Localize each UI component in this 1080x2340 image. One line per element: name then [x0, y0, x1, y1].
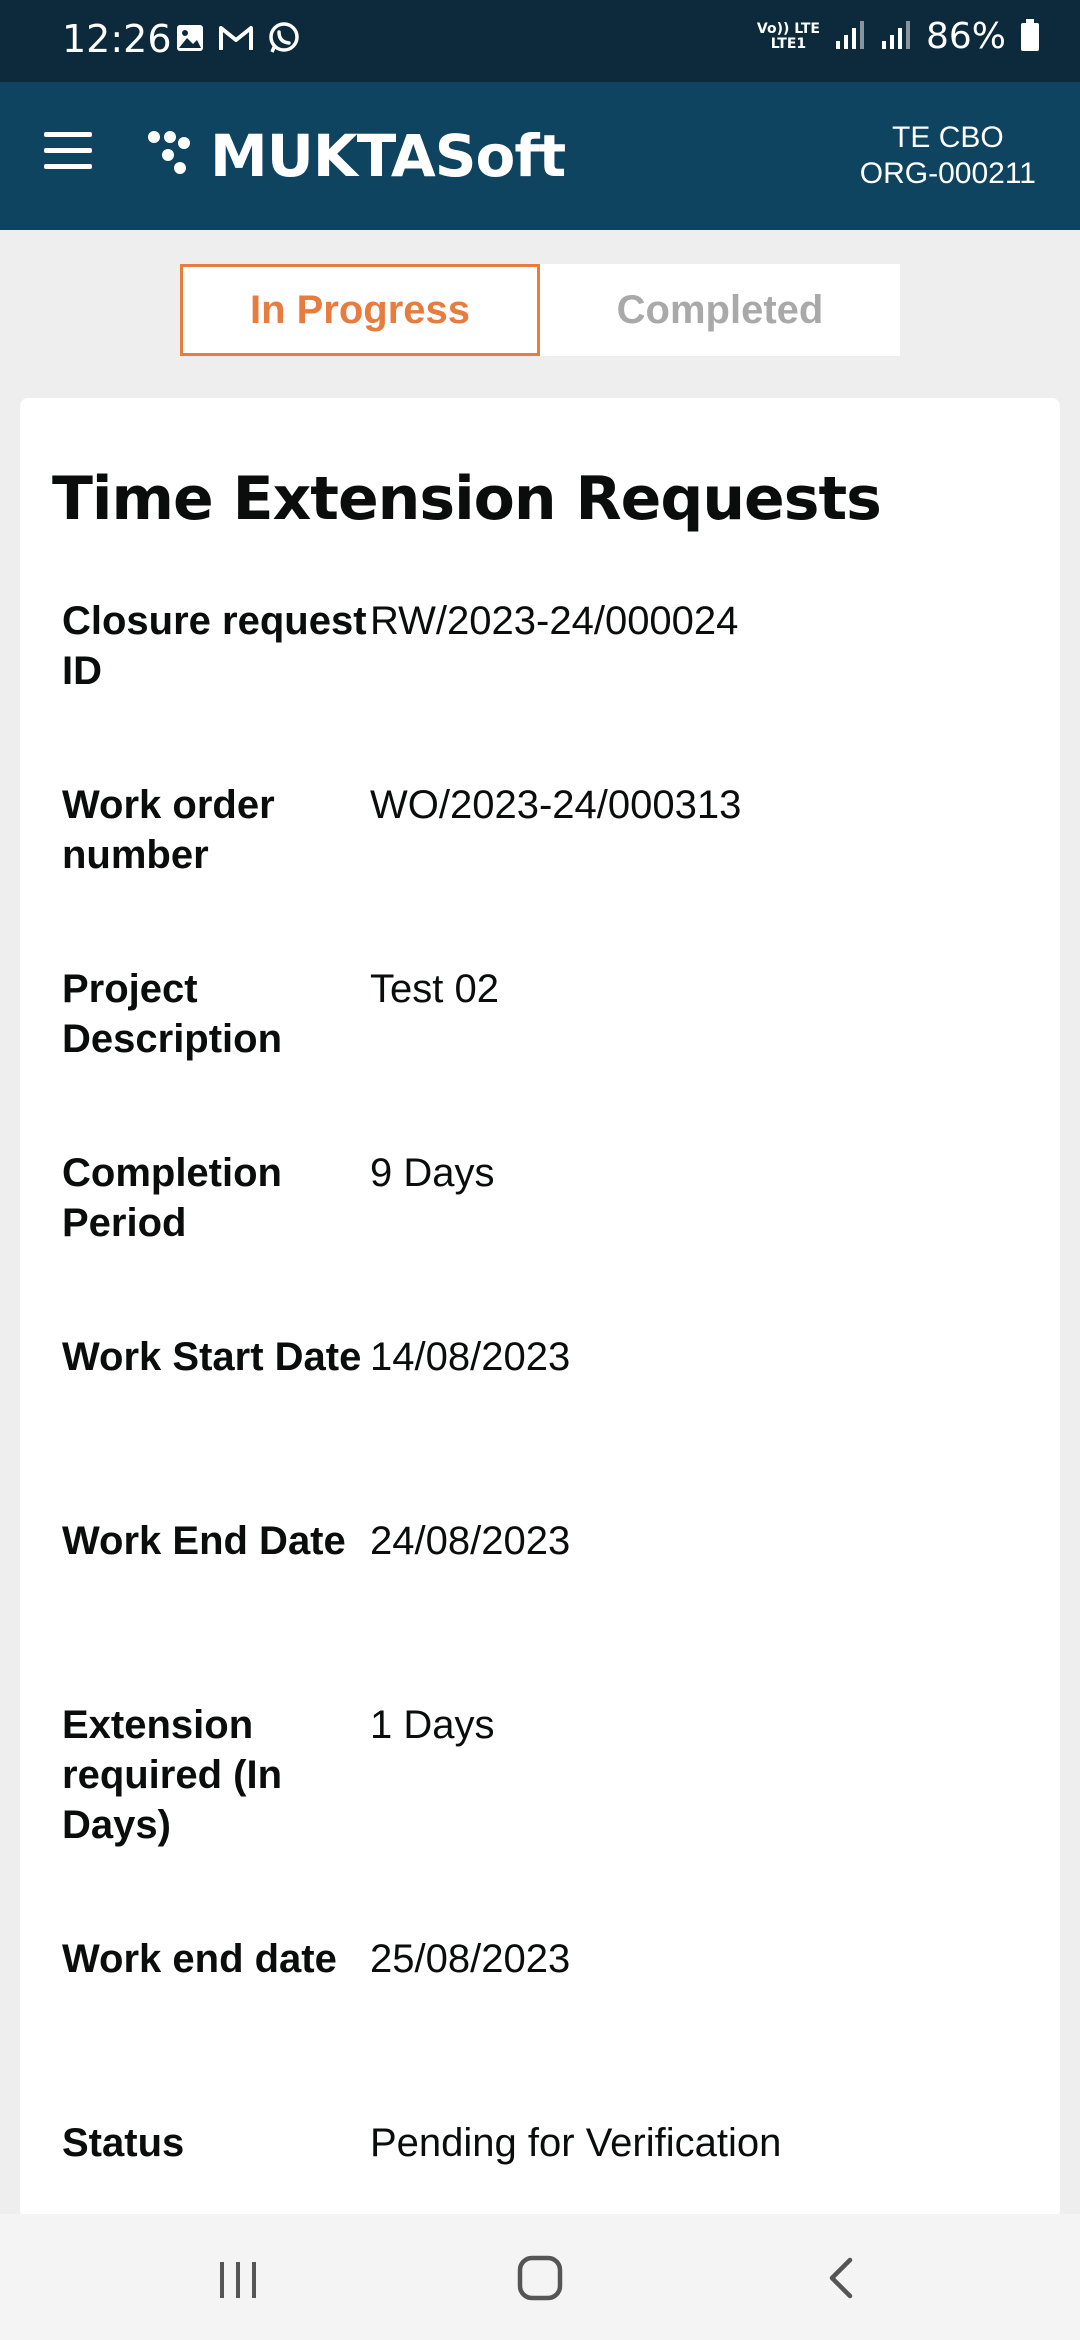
detail-row-status: Status Pending for Verification [62, 2118, 1022, 2168]
request-card[interactable]: Time Extension Requests Closure request … [20, 398, 1060, 2218]
hamburger-icon[interactable] [44, 132, 100, 180]
back-icon[interactable] [812, 2250, 872, 2306]
card-title: Time Extension Requests [52, 464, 882, 534]
signal-icon-2 [880, 19, 912, 56]
whatsapp-icon [266, 20, 302, 61]
brand-logo: MUKTASoft [146, 122, 566, 190]
battery-icon [1020, 18, 1040, 57]
battery-percent: 86% [925, 16, 1006, 57]
brand-name: MUKTASoft [210, 122, 566, 190]
row-value: 14/08/2023 [370, 1335, 571, 1379]
org-info: TE CBO ORG-000211 [860, 120, 1036, 192]
row-value: Test 02 [370, 967, 499, 1011]
row-value: WO/2023-24/000313 [370, 783, 742, 827]
detail-row-work-start-date: Work Start Date 14/08/2023 [62, 1332, 1022, 1382]
detail-row-extension-required: Extension required (In Days) 1 Days [62, 1700, 1022, 1850]
detail-row-project-description: Project Description Test 02 [62, 964, 1022, 1064]
tab-in-progress[interactable]: In Progress [180, 264, 540, 356]
row-label: Work End Date [62, 1519, 346, 1563]
gmail-icon [218, 23, 254, 58]
image-icon [174, 22, 206, 59]
status-time: 12:26 [62, 17, 172, 61]
app-bar: MUKTASoft TE CBO ORG-000211 [0, 82, 1080, 230]
row-value: RW/2023-24/000024 [370, 599, 739, 643]
home-icon[interactable] [510, 2250, 570, 2306]
detail-row-closure-id: Closure request ID RW/2023-24/000024 [62, 596, 1022, 696]
row-label: Work Start Date [62, 1335, 362, 1379]
network-indicator: Vo)) LTE LTE1 [756, 21, 820, 52]
row-value: 9 Days [370, 1151, 495, 1195]
tab-completed[interactable]: Completed [540, 264, 900, 356]
notification-icons [174, 20, 302, 61]
row-value: 24/08/2023 [370, 1519, 571, 1563]
status-tabs: In Progress Completed [180, 264, 900, 356]
org-name: TE CBO [892, 121, 1004, 154]
row-label: Project Description [62, 967, 283, 1061]
detail-row-work-order: Work order number WO/2023-24/000313 [62, 780, 1022, 880]
row-value: 1 Days [370, 1703, 495, 1747]
row-label: Closure request ID [62, 599, 367, 693]
row-label: Status [62, 2121, 185, 2165]
row-label: Work end date [62, 1937, 337, 1981]
row-label: Work order number [62, 783, 275, 877]
row-label: Extension required (In Days) [62, 1703, 283, 1847]
system-nav-bar [0, 2214, 1080, 2340]
detail-row-work-end-date: Work End Date 24/08/2023 [62, 1516, 1022, 1566]
row-label: Completion Period [62, 1151, 282, 1245]
dots-logo-icon [146, 128, 192, 185]
signal-icon [834, 19, 866, 56]
status-value: Pending for Verification [370, 2121, 782, 2165]
org-id: ORG-000211 [859, 157, 1036, 190]
status-bar: 12:26 Vo)) LTE LTE1 86% [0, 0, 1080, 82]
recent-apps-icon[interactable] [208, 2250, 268, 2306]
system-icons: Vo)) LTE LTE1 86% [757, 14, 1040, 60]
detail-row-completion-period: Completion Period 9 Days [62, 1148, 1022, 1248]
row-value: 25/08/2023 [370, 1937, 571, 1981]
detail-row-new-end-date: Work end date 25/08/2023 [62, 1934, 1022, 1984]
